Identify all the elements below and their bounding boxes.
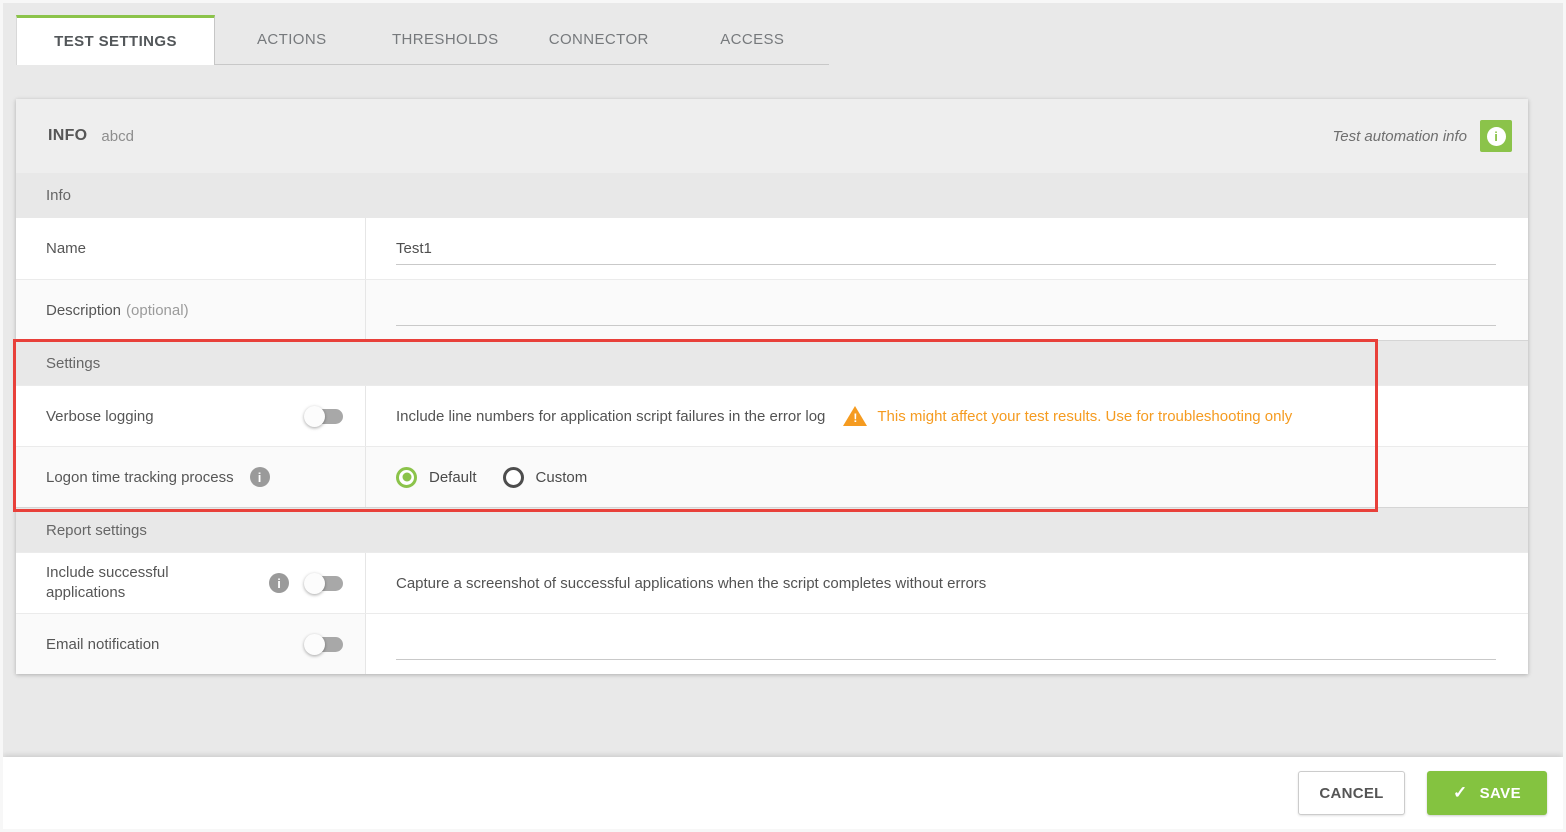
info-icon[interactable]: i: [269, 573, 289, 593]
verbose-logging-toggle[interactable]: [304, 405, 343, 427]
info-icon: i: [1486, 126, 1506, 146]
radio-default[interactable]: Default: [396, 466, 477, 488]
email-notification-row: Email notification: [16, 613, 1528, 674]
radio-default-circle: [396, 466, 417, 488]
info-header: INFO abcd Test automation info i: [16, 99, 1528, 173]
include-successful-row: Include successful applications i Captur…: [16, 552, 1528, 613]
section-title: Info: [46, 187, 72, 204]
include-successful-label-cell: Include successful applications i: [16, 553, 366, 613]
info-title: INFO: [48, 127, 88, 144]
email-notification-value-cell: [366, 614, 1528, 674]
email-notification-toggle[interactable]: [304, 633, 343, 655]
radio-custom-circle: [502, 466, 524, 488]
email-notification-label: Email notification: [46, 635, 160, 653]
check-icon: ✓: [1453, 783, 1468, 802]
description-value-cell: [366, 280, 1528, 340]
name-input[interactable]: Test1: [396, 233, 1496, 265]
verbose-logging-description: Include line numbers for application scr…: [396, 407, 826, 425]
include-successful-label: Include successful applications: [46, 563, 169, 601]
radio-custom[interactable]: Custom: [502, 466, 588, 488]
test-automation-info-label: Test automation info: [1332, 127, 1467, 145]
name-label-cell: Name: [16, 218, 366, 279]
name-value: Test1: [396, 239, 432, 257]
info-icon[interactable]: i: [249, 467, 270, 487]
tab-connector[interactable]: CONNECTOR: [522, 15, 676, 64]
name-value-cell: Test1: [366, 218, 1528, 279]
section-header-settings: Settings: [16, 340, 1528, 385]
name-label: Name: [46, 240, 87, 257]
logon-tracking-options-cell: Default Custom: [366, 447, 1528, 507]
tab-test-settings[interactable]: TEST SETTINGS: [16, 15, 215, 65]
radio-default-label: Default: [429, 468, 477, 486]
section-title: Settings: [46, 354, 101, 372]
save-button-label: SAVE: [1479, 784, 1521, 802]
verbose-logging-label-cell: Verbose logging: [16, 386, 366, 446]
tab-label: CONNECTOR: [548, 31, 649, 48]
description-input[interactable]: [396, 294, 1496, 326]
verbose-logging-row: Verbose logging Include line numbers for…: [16, 385, 1528, 446]
tab-label: ACCESS: [720, 31, 785, 48]
tab-access[interactable]: ACCESS: [676, 15, 830, 64]
page: TEST SETTINGS ACTIONS THRESHOLDS CONNECT…: [0, 0, 1566, 832]
cancel-button[interactable]: CANCEL: [1298, 771, 1405, 815]
toggle-knob: [304, 572, 325, 594]
radio-custom-label: Custom: [535, 468, 588, 486]
settings-card: INFO abcd Test automation info i Info Na…: [16, 99, 1528, 674]
tab-label: ACTIONS: [257, 31, 327, 48]
section-header-info: Info: [16, 173, 1528, 218]
include-successful-description-cell: Capture a screenshot of successful appli…: [366, 553, 1528, 613]
save-button[interactable]: ✓ SAVE: [1427, 771, 1547, 815]
email-notification-label-cell: Email notification: [16, 614, 366, 674]
tab-thresholds[interactable]: THRESHOLDS: [369, 15, 523, 64]
description-label-cell: Description (optional): [16, 280, 366, 340]
include-successful-description: Capture a screenshot of successful appli…: [396, 574, 987, 592]
logon-tracking-row: Logon time tracking process i Default Cu…: [16, 446, 1528, 507]
description-optional-label: (optional): [126, 301, 189, 319]
include-successful-toggle[interactable]: [304, 572, 343, 594]
tab-label: THRESHOLDS: [391, 31, 499, 48]
info-subtitle: abcd: [101, 127, 134, 145]
verbose-logging-label: Verbose logging: [46, 407, 154, 425]
tab-label: TEST SETTINGS: [54, 33, 177, 50]
toggle-knob: [304, 633, 325, 655]
description-row: Description (optional): [16, 279, 1528, 340]
toggle-knob: [304, 405, 325, 427]
verbose-logging-warning: This might affect your test results. Use…: [877, 407, 1293, 425]
test-automation-info-button[interactable]: i: [1480, 120, 1512, 152]
email-notification-input[interactable]: [396, 628, 1496, 660]
name-row: Name Test1: [16, 218, 1528, 279]
tab-actions[interactable]: ACTIONS: [215, 15, 369, 64]
verbose-logging-description-cell: Include line numbers for application scr…: [366, 386, 1528, 446]
logon-tracking-label-cell: Logon time tracking process i: [16, 447, 366, 507]
warning-icon: !: [843, 406, 868, 426]
logon-tracking-label: Logon time tracking process: [46, 468, 234, 486]
tab-bar: TEST SETTINGS ACTIONS THRESHOLDS CONNECT…: [16, 15, 829, 65]
section-header-report: Report settings: [16, 507, 1528, 552]
section-title: Report settings: [46, 521, 147, 539]
description-label: Description: [46, 301, 122, 319]
footer-bar: CANCEL ✓ SAVE: [3, 757, 1563, 829]
